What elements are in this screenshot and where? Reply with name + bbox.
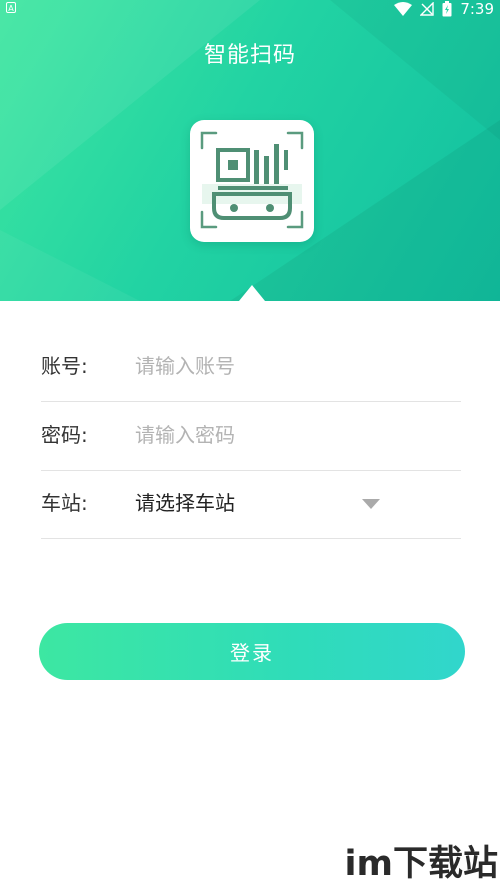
password-row: 密码:	[41, 401, 461, 471]
qr-scan-train-icon	[200, 131, 304, 229]
watermark-logo: im下载站	[344, 844, 498, 884]
account-row: 账号:	[41, 332, 461, 402]
station-select[interactable]: 请选择车站	[135, 469, 235, 538]
notification-a-icon: A	[6, 2, 16, 13]
password-input[interactable]	[135, 415, 435, 455]
app-logo	[190, 120, 314, 242]
station-row[interactable]: 车站: 请选择车站	[41, 469, 461, 539]
chevron-down-icon[interactable]	[362, 499, 380, 509]
account-input[interactable]	[135, 346, 435, 386]
battery-charging-icon	[442, 1, 452, 17]
status-icons: 7:39	[394, 0, 494, 18]
header-notch	[239, 285, 265, 301]
login-button[interactable]: 登录	[39, 623, 465, 680]
status-bar: A 7:39	[0, 0, 500, 18]
status-time: 7:39	[460, 0, 494, 18]
signal-off-icon	[420, 2, 435, 16]
page-title: 智能扫码	[203, 43, 296, 68]
header-banner: A 7:39 智能扫码	[0, 0, 500, 301]
account-label: 账号:	[41, 354, 88, 378]
password-label: 密码:	[41, 423, 88, 447]
wifi-icon	[394, 2, 413, 16]
station-label: 车站:	[41, 491, 88, 515]
